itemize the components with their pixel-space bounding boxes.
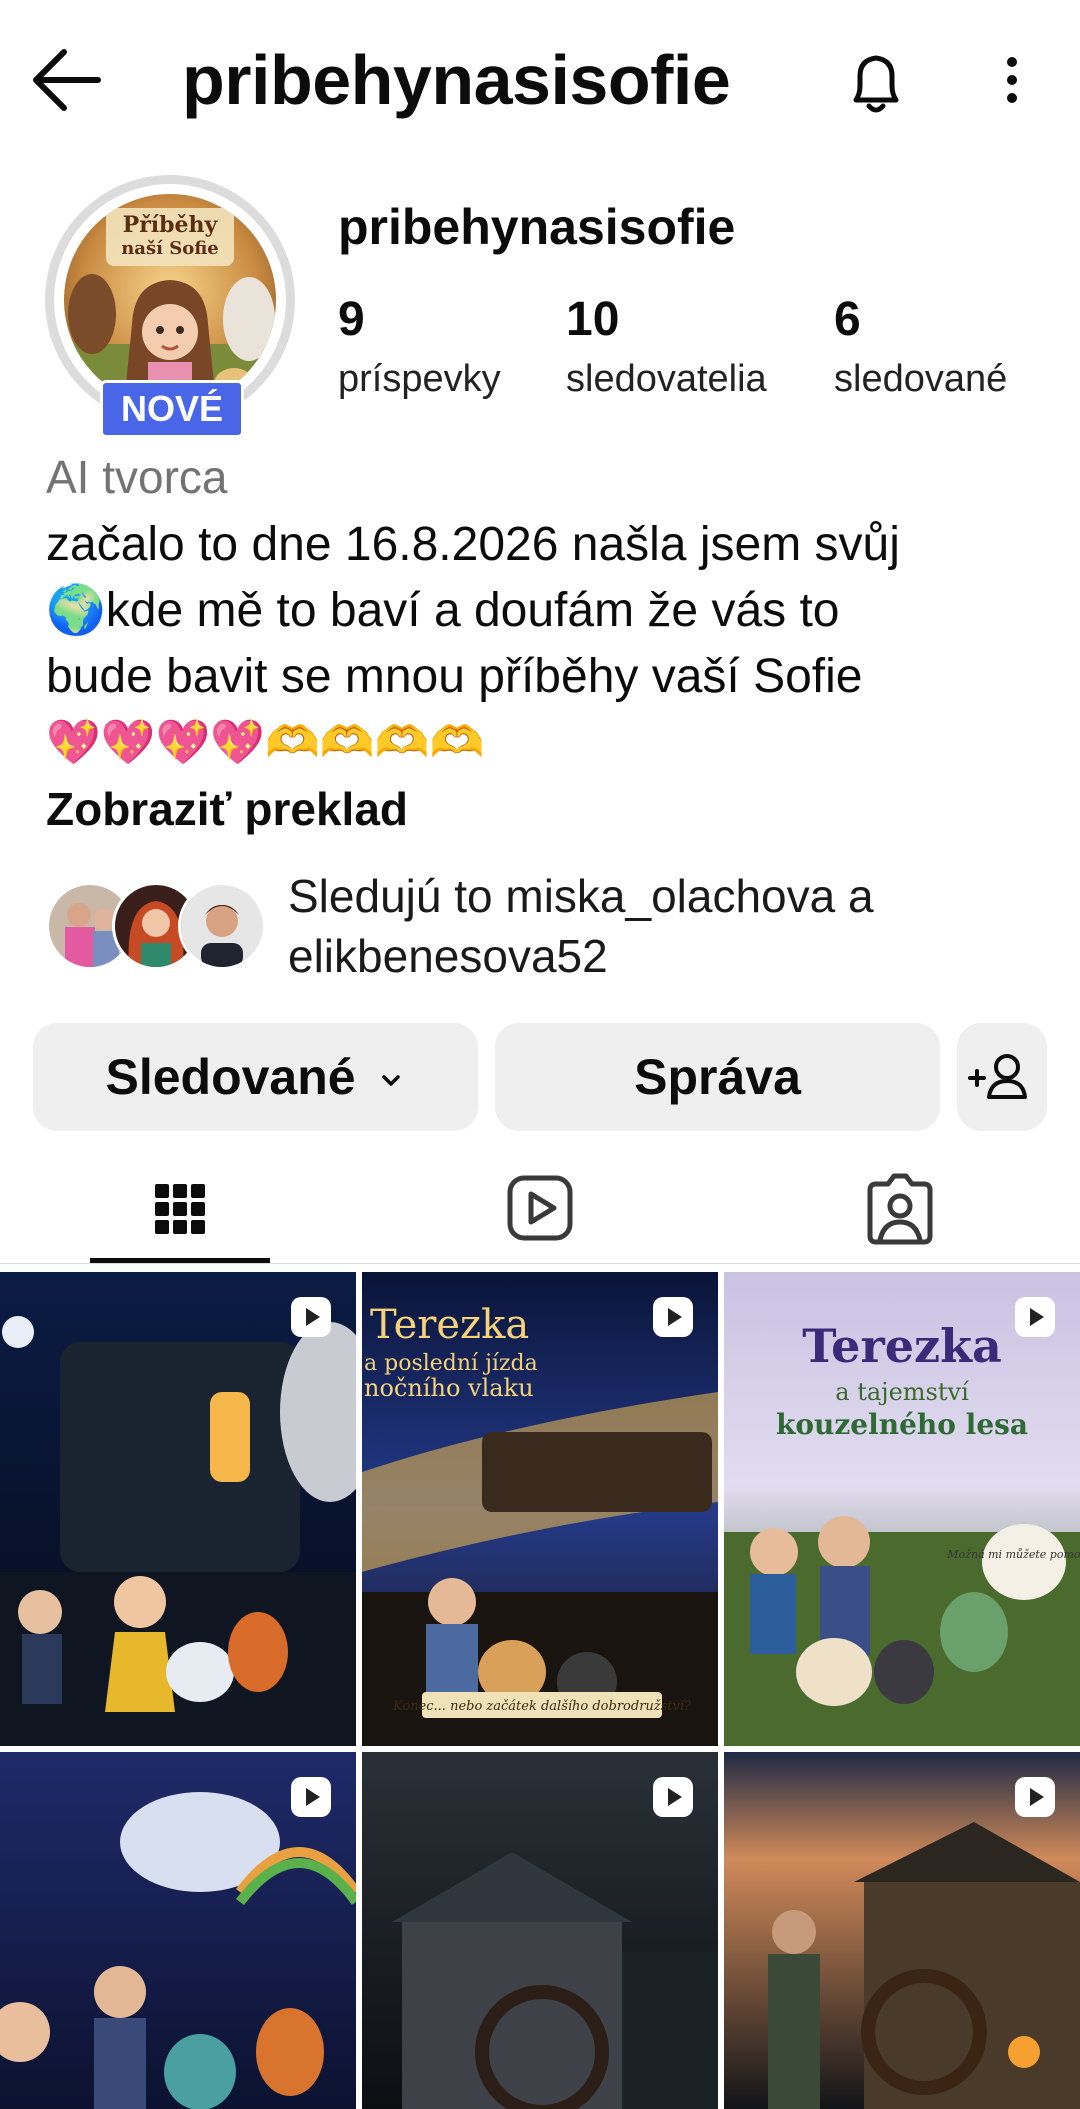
reel-badge-icon [291,1297,331,1337]
avatar[interactable]: Příběhy naší Sofie [64,194,276,406]
post-tile[interactable] [362,1752,718,2109]
post-tile[interactable]: Konec... nebo začátek dalšího dobrodružs… [362,1272,718,1746]
tagged-person-icon [867,1173,933,1245]
bio-emoji-line: 💖💖💖💖🫶🫶🫶🫶 [46,718,485,767]
following-count[interactable]: 6 [834,292,861,347]
bio-line: 🌍kde mě to baví a doufám že vás to [46,584,840,637]
reels-icon [507,1175,573,1241]
avatar-title-line2: naší Sofie [121,238,219,259]
arrow-left-icon [33,49,101,111]
post-footer-text: Konec... nebo začátek dalšího dobrodružs… [392,1699,692,1714]
bell-icon [853,55,899,113]
post-title-line2: a tajemství [835,1378,969,1406]
posts-label[interactable]: príspevky [338,358,501,401]
reel-badge-icon [291,1777,331,1817]
new-badge: NOVÉ [100,380,244,438]
tab-divider [0,1263,1080,1264]
mutual-followers-avatars[interactable] [46,882,266,970]
reel-badge-icon [1015,1777,1055,1817]
reel-badge-icon [1015,1297,1055,1337]
reel-badge-icon [653,1777,693,1817]
post-speech-bubble: Možná mi můžete pomoci... [946,1548,1080,1561]
post-title-line2: a poslední jízda [364,1351,538,1376]
post-title-line1: Terezka [370,1302,529,1348]
chevron-down-icon [381,1075,400,1086]
tab-tagged[interactable] [720,1150,1080,1260]
following-button-label: Sledované [105,1049,356,1105]
followed-by-line: Sledujú to miska_olachova a [288,870,874,922]
more-options-button[interactable] [972,42,1052,122]
post-tile[interactable] [0,1752,356,2109]
following-label[interactable]: sledované [834,358,1007,401]
following-button[interactable]: Sledované [33,1023,478,1131]
posts-count[interactable]: 9 [338,292,365,347]
post-tile[interactable] [724,1752,1080,2109]
bio-line: začalo to dne 16.8.2026 našla jsem svůj [46,518,900,571]
page-title: pribehynasisofie [182,41,731,119]
profile-category: AI tvorca [46,451,228,503]
followers-label[interactable]: sledovatelia [566,358,767,401]
post-tile[interactable]: Možná mi můžete pomoci... Terezka a taje… [724,1272,1080,1746]
tab-posts-grid[interactable] [0,1150,360,1260]
add-user-icon [968,1054,1027,1099]
grid-icon [155,1184,205,1234]
mutual-follower-avatar [178,882,266,970]
followed-by-text[interactable]: Sledujú to miska_olachova a elikbenesova… [288,866,1048,986]
followed-by-line: elikbenesova52 [288,930,608,982]
reel-badge-icon [653,1297,693,1337]
message-button[interactable]: Správa [495,1023,940,1131]
profile-bio: začalo to dne 16.8.2026 našla jsem svůj … [46,512,1046,776]
post-title-line3: nočního vlaku [364,1374,534,1402]
bio-line: bude bavit se mnou příběhy vaší Sofie [46,650,863,703]
notifications-button[interactable] [836,42,916,122]
avatar-title-line1: Příběhy [123,212,219,238]
suggested-users-button[interactable] [957,1023,1047,1131]
post-tile[interactable] [0,1272,356,1746]
profile-username: pribehynasisofie [338,199,736,255]
see-translation-link[interactable]: Zobraziť preklad [46,782,408,836]
post-title-line3: kouzelného lesa [776,1408,1028,1441]
followers-count[interactable]: 10 [566,292,619,347]
more-vertical-icon [1007,57,1017,103]
tab-reels[interactable] [360,1150,720,1260]
back-button[interactable] [24,40,114,120]
post-title-line1: Terezka [802,1319,1002,1373]
